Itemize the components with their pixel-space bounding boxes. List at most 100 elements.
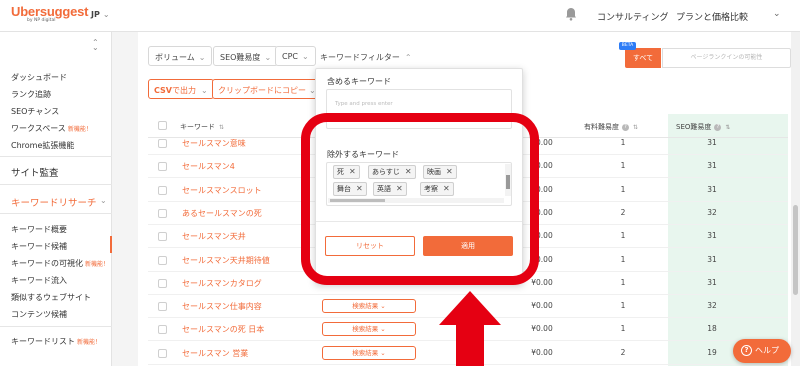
language-code: JP <box>91 10 100 19</box>
scrollbar[interactable] <box>791 32 800 366</box>
row-checkbox[interactable] <box>158 348 167 358</box>
sidebar-section-keyword-research[interactable]: キーワードリサーチ <box>11 195 97 209</box>
sidebar-item-keyword-ideas[interactable]: キーワード候補 <box>11 241 67 252</box>
keyword-link[interactable]: セールスマン仕事内容 <box>182 301 262 312</box>
seo-difficulty-value: 18 <box>707 324 717 334</box>
ubersuggest-logo[interactable]: Ubersuggest by NP digital <box>11 4 88 23</box>
keyword-link[interactable]: セールスマンカタログ <box>182 278 262 289</box>
keyword-link[interactable]: セールスマン意味 <box>182 138 246 149</box>
clipboard-copy-button[interactable]: クリップボードにコピー ⌄ <box>212 79 330 99</box>
cpc-value: ¥0.00 <box>531 301 553 311</box>
keyword-filter-button[interactable]: キーワードフィルター ⌃ <box>320 52 412 63</box>
top-header: Ubersuggest by NP digital JP ⌄ コンサルティング プ… <box>0 0 800 32</box>
button-label: 検索結果 <box>352 302 379 311</box>
help-icon: ? <box>622 123 629 131</box>
row-checkbox[interactable] <box>158 208 167 218</box>
row-checkbox[interactable] <box>158 255 167 265</box>
language-selector[interactable]: JP ⌄ <box>91 10 110 19</box>
paid-difficulty-value: 1 <box>620 184 626 194</box>
keyword-link[interactable]: セールスマンの死 日本 <box>182 324 264 335</box>
new-badge: 新機能！ <box>85 261 110 268</box>
cpc-value: ¥0.00 <box>531 324 553 334</box>
column-header-keyword[interactable]: キーワード ⇅ <box>180 122 224 132</box>
select-all-checkbox[interactable] <box>158 121 167 130</box>
sidebar-item-site-audit[interactable]: サイト監査 <box>11 165 59 179</box>
sidebar-item-keyword-list[interactable]: キーワードリスト 新機能！ <box>11 336 101 347</box>
sidebar-item-similar-websites[interactable]: 類似するウェブサイト <box>11 292 91 303</box>
keyword-link[interactable]: セールスマン天井期待値 <box>182 255 270 266</box>
sidebar-item-content-ideas[interactable]: コンテンツ候補 <box>11 309 67 320</box>
seo-difficulty-value: 31 <box>707 231 717 241</box>
chevron-down-icon: ⌄ <box>200 86 208 95</box>
seo-difficulty-value: 31 <box>707 138 717 147</box>
row-checkbox[interactable] <box>158 139 167 148</box>
sidebar-item-label: ランク追跡 <box>11 90 51 99</box>
sidebar-item-label: キーワード流入 <box>11 276 67 285</box>
search-results-button[interactable]: 検索結果 ⌄ <box>322 322 416 337</box>
seo-difficulty-value: 19 <box>707 347 717 357</box>
paid-difficulty-value: 1 <box>620 161 626 171</box>
sidebar-item-workspace[interactable]: ワークスペース 新機能！ <box>11 123 92 134</box>
button-label: キーワードフィルター <box>320 53 400 62</box>
sort-icon: ⇅ <box>633 124 639 131</box>
seo-difficulty-filter-button[interactable]: SEO難易度 ⌄ <box>213 46 279 66</box>
keyword-link[interactable]: セールスマン天井 <box>182 231 246 242</box>
logo-text: Ubersuggest <box>11 4 89 19</box>
row-checkbox[interactable] <box>158 185 167 195</box>
paid-difficulty-value: 1 <box>620 231 626 241</box>
button-label: で出力 <box>171 86 196 95</box>
bell-icon[interactable] <box>565 7 577 21</box>
content-gutter <box>112 32 138 366</box>
chevron-down-icon[interactable]: ⌄ <box>100 196 107 205</box>
consulting-link[interactable]: コンサルティング <box>597 10 668 23</box>
keyword-link[interactable]: セールスマン4 <box>182 161 235 172</box>
seo-difficulty-value: 32 <box>707 207 717 217</box>
cpc-value: ¥0.00 <box>531 347 553 357</box>
paid-difficulty-value: 1 <box>620 138 626 147</box>
sidebar-item-dashboard[interactable]: ダッシュボード <box>11 72 67 83</box>
keyword-link[interactable]: セールスマン 営業 <box>182 348 248 359</box>
paid-difficulty-value: 1 <box>620 254 626 264</box>
sort-icon: ⇅ <box>725 124 731 131</box>
divider <box>0 326 112 327</box>
help-button[interactable]: ? ヘルプ <box>733 339 791 363</box>
annotation-highlight-frame <box>301 113 539 285</box>
csv-export-button[interactable]: CSVで出力 ⌄ <box>148 79 214 99</box>
toggle-all[interactable]: すべて <box>625 48 661 68</box>
volume-filter-button[interactable]: ボリューム ⌄ <box>148 46 213 66</box>
keyword-link[interactable]: あるセールスマンの死 <box>182 208 262 219</box>
search-results-button[interactable]: 検索結果 ⌄ <box>322 299 416 314</box>
column-header-seo-difficulty[interactable]: SEO難易度? ⇅ <box>676 122 730 132</box>
row-checkbox[interactable] <box>158 302 167 312</box>
scrollbar-thumb[interactable] <box>793 205 798 295</box>
seo-difficulty-value: 31 <box>707 254 717 264</box>
help-icon: ? <box>714 123 722 131</box>
plans-link[interactable]: プランと価格比較 <box>676 10 748 23</box>
row-checkbox[interactable] <box>158 232 167 242</box>
row-checkbox[interactable] <box>158 325 167 335</box>
sidebar-item-keyword-overview[interactable]: キーワード概要 <box>11 224 67 235</box>
keyword-link[interactable]: セールスマンスロット <box>182 185 262 196</box>
sidebar-item-label: キーワード候補 <box>11 242 67 251</box>
sidebar-item-rank-tracking[interactable]: ランク追跡 <box>11 89 51 100</box>
sidebar-item-label: キーワードの可視化 <box>11 259 83 268</box>
beta-badge: BETA <box>619 42 636 50</box>
cpc-filter-button[interactable]: CPC ⌄ <box>275 46 316 66</box>
chevron-up-icon: ⌃ <box>404 53 412 62</box>
sidebar-item-keyword-traffic[interactable]: キーワード流入 <box>11 275 67 286</box>
button-label: 検索結果 <box>352 348 379 357</box>
sidebar-item-chrome-extension[interactable]: Chrome拡張機能 <box>11 140 74 151</box>
row-checkbox[interactable] <box>158 278 167 288</box>
divider <box>0 156 112 157</box>
chevron-down-icon[interactable]: ⌄ <box>773 9 781 19</box>
search-results-button[interactable]: 検索結果 ⌄ <box>322 345 416 360</box>
row-checkbox[interactable] <box>158 162 167 172</box>
paid-difficulty-value: 1 <box>620 277 626 287</box>
sidebar-item-keyword-visualization[interactable]: キーワードの可視化 新機能！ <box>11 258 109 269</box>
chevron-down-icon: ⌄ <box>264 53 272 62</box>
toggle-ranking-possibility[interactable]: ページランクインの可能性 <box>662 48 791 68</box>
paid-difficulty-value: 2 <box>620 347 626 357</box>
sidebar-item-seo-opportunity[interactable]: SEOチャンス <box>11 106 59 117</box>
column-header-paid-difficulty[interactable]: 有料難易度? ⇅ <box>584 122 638 132</box>
collapse-icon[interactable]: ⌃ ⌄ <box>92 39 99 52</box>
